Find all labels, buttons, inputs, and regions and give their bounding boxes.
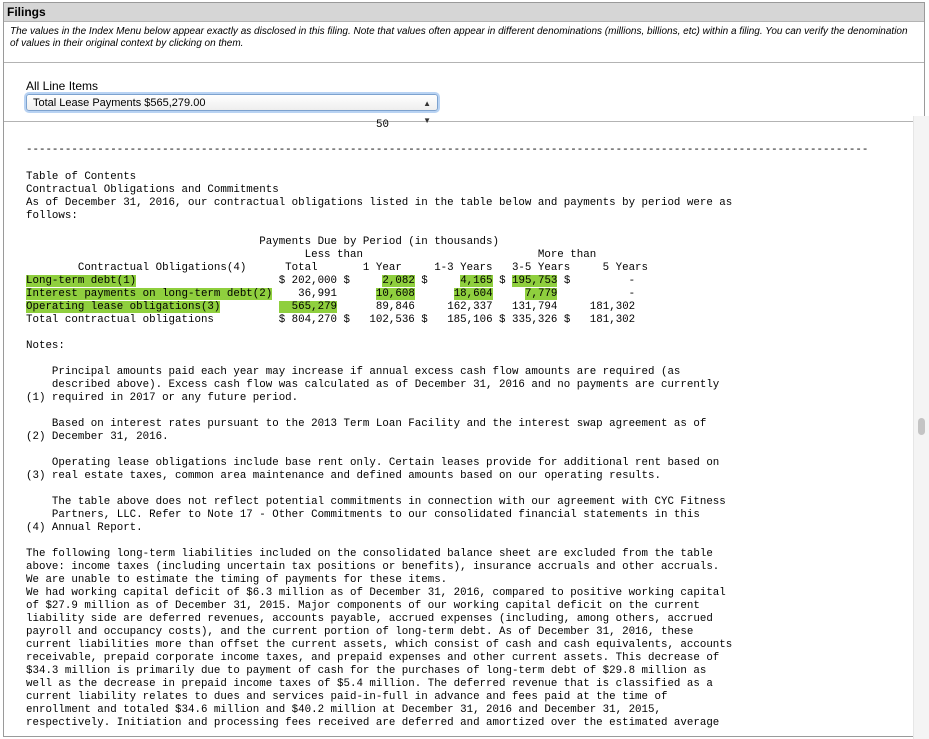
body-line: respectively. Initiation and processing … xyxy=(26,717,720,729)
spacer xyxy=(26,483,726,496)
note-line: (1) required in 2017 or any future perio… xyxy=(26,392,299,404)
body-paragraphs: The following long-term liabilities incl… xyxy=(26,548,732,730)
cell-1-3-years[interactable]: 4,165 xyxy=(460,275,493,287)
cell-3-5-years[interactable]: 195,753 xyxy=(512,275,558,287)
spacer xyxy=(26,353,726,366)
body-line: enrollment and totaled $34.6 million and… xyxy=(26,704,661,716)
note-line: described above). Excess cash flow was c… xyxy=(26,379,720,391)
table-header: Less than More than xyxy=(26,249,597,261)
document-viewer[interactable]: 50 -------------------------------------… xyxy=(4,116,907,739)
notes-heading: Notes: xyxy=(26,340,65,352)
row-label[interactable]: Operating lease obligations(3) xyxy=(26,301,221,313)
table-header: Payments Due by Period (in thousands) xyxy=(26,236,499,248)
row-label[interactable]: Long-term debt(1) xyxy=(26,275,137,287)
body-line: $34.3 million is primarily due to paymen… xyxy=(26,665,707,677)
scrollbar-thumb[interactable] xyxy=(918,418,925,435)
body-line: The following long-term liabilities incl… xyxy=(26,548,713,560)
index-menu: All Line Items Total Lease Payments $565… xyxy=(4,63,924,125)
cell-1-year: $ 102,536 xyxy=(343,314,415,326)
body-line: We had working capital deficit of $6.3 m… xyxy=(26,587,726,599)
cell-1-3-years[interactable]: 18,604 xyxy=(453,288,493,300)
body-line: liability side are deferred revenues, ac… xyxy=(26,613,713,625)
table-header: Contractual Obligations(4) Total 1 Year … xyxy=(26,262,649,274)
table-row: Total contractual obligations $ 804,270 … xyxy=(26,314,648,327)
row-label: Total contractual obligations xyxy=(26,314,214,326)
note-line: Based on interest rates pursuant to the … xyxy=(26,418,707,430)
body-line: of $27.9 million as of December 31, 2015… xyxy=(26,600,700,612)
spacer xyxy=(26,444,726,457)
table-row: Operating lease obligations(3) 565,279 8… xyxy=(26,301,648,314)
intro-text: The values in the Index Menu below appea… xyxy=(4,22,924,63)
table-body: Long-term debt(1) $ 202,000 $ 2,082 $ 4,… xyxy=(26,275,648,327)
row-label[interactable]: Interest payments on long-term debt(2) xyxy=(26,288,273,300)
toc-block: Table of Contents Contractual Obligation… xyxy=(26,171,732,223)
cell-3-5-years: $ 335,326 xyxy=(499,314,558,326)
body-line: payroll and occupancy costs), and the cu… xyxy=(26,626,694,638)
line-items-select[interactable]: Total Lease Payments $565,279.00 ▲ ▼ xyxy=(26,94,438,125)
cell-1-year: 89,846 xyxy=(343,301,415,313)
cell-total: $ 202,000 xyxy=(278,275,338,287)
notes-section: Notes: Principal amounts paid each year … xyxy=(26,340,726,535)
cell-more-than-5-years: - xyxy=(563,288,636,300)
note-line: Principal amounts paid each year may inc… xyxy=(26,366,681,378)
note-line: The table above does not reflect potenti… xyxy=(26,496,726,508)
note-line: (3) real estate taxes, common area maint… xyxy=(26,470,661,482)
note-line: Operating lease obligations include base… xyxy=(26,457,720,469)
section-heading: Contractual Obligations and Commitments xyxy=(26,184,279,196)
cell-1-3-years: 162,337 xyxy=(421,301,493,313)
note-line: Partners, LLC. Refer to Note 17 - Other … xyxy=(26,509,700,521)
notes-list: Principal amounts paid each year may inc… xyxy=(26,353,726,535)
cell-total: $ 804,270 xyxy=(278,314,338,326)
section-intro-cont: follows: xyxy=(26,210,78,222)
cell-more-than-5-years: $ - xyxy=(563,275,636,287)
cell-total[interactable]: 565,279 xyxy=(278,301,338,313)
body-lines: The following long-term liabilities incl… xyxy=(26,548,732,730)
note-line: (4) Annual Report. xyxy=(26,522,143,534)
menu-label: All Line Items xyxy=(26,79,99,93)
body-line: We are unable to estimate the timing of … xyxy=(26,574,448,586)
body-line: current liability relates to dues and se… xyxy=(26,691,668,703)
table-row: Long-term debt(1) $ 202,000 $ 2,082 $ 4,… xyxy=(26,275,636,287)
scrollbar[interactable] xyxy=(913,116,929,739)
page-separator: ----------------------------------------… xyxy=(26,144,869,156)
cell-1-3-years: $ 185,106 xyxy=(421,314,493,326)
table-row: Interest payments on long-term debt(2) 3… xyxy=(26,288,648,301)
cell-1-year[interactable]: 10,608 xyxy=(375,288,415,300)
cell-3-5-years: 131,794 xyxy=(499,301,558,313)
cell-3-5-years[interactable]: 7,779 xyxy=(525,288,558,300)
toc-line[interactable]: Table of Contents xyxy=(26,171,732,184)
body-line: above: income taxes (including uncertain… xyxy=(26,561,720,573)
body-line: receivable, prepaid corporate income tax… xyxy=(26,652,720,664)
section-intro: As of December 31, 2016, our contractual… xyxy=(26,197,733,209)
cell-more-than-5-years: $ 181,302 xyxy=(563,314,636,326)
spacer xyxy=(26,405,726,418)
body-line: current liabilities more than offset the… xyxy=(26,639,733,651)
cell-more-than-5-years: 181,302 xyxy=(563,301,636,313)
obligations-table: Payments Due by Period (in thousands) Le… xyxy=(26,236,648,327)
note-line: (2) December 31, 2016. xyxy=(26,431,169,443)
cell-total: 36,991 xyxy=(278,288,338,300)
cell-1-year[interactable]: 2,082 xyxy=(382,275,415,287)
body-line: well as the decrease in prepaid income t… xyxy=(26,678,713,690)
select-value: Total Lease Payments $565,279.00 xyxy=(33,97,206,109)
page-number: 50 xyxy=(376,119,389,131)
panel-title: Filings xyxy=(4,3,924,22)
